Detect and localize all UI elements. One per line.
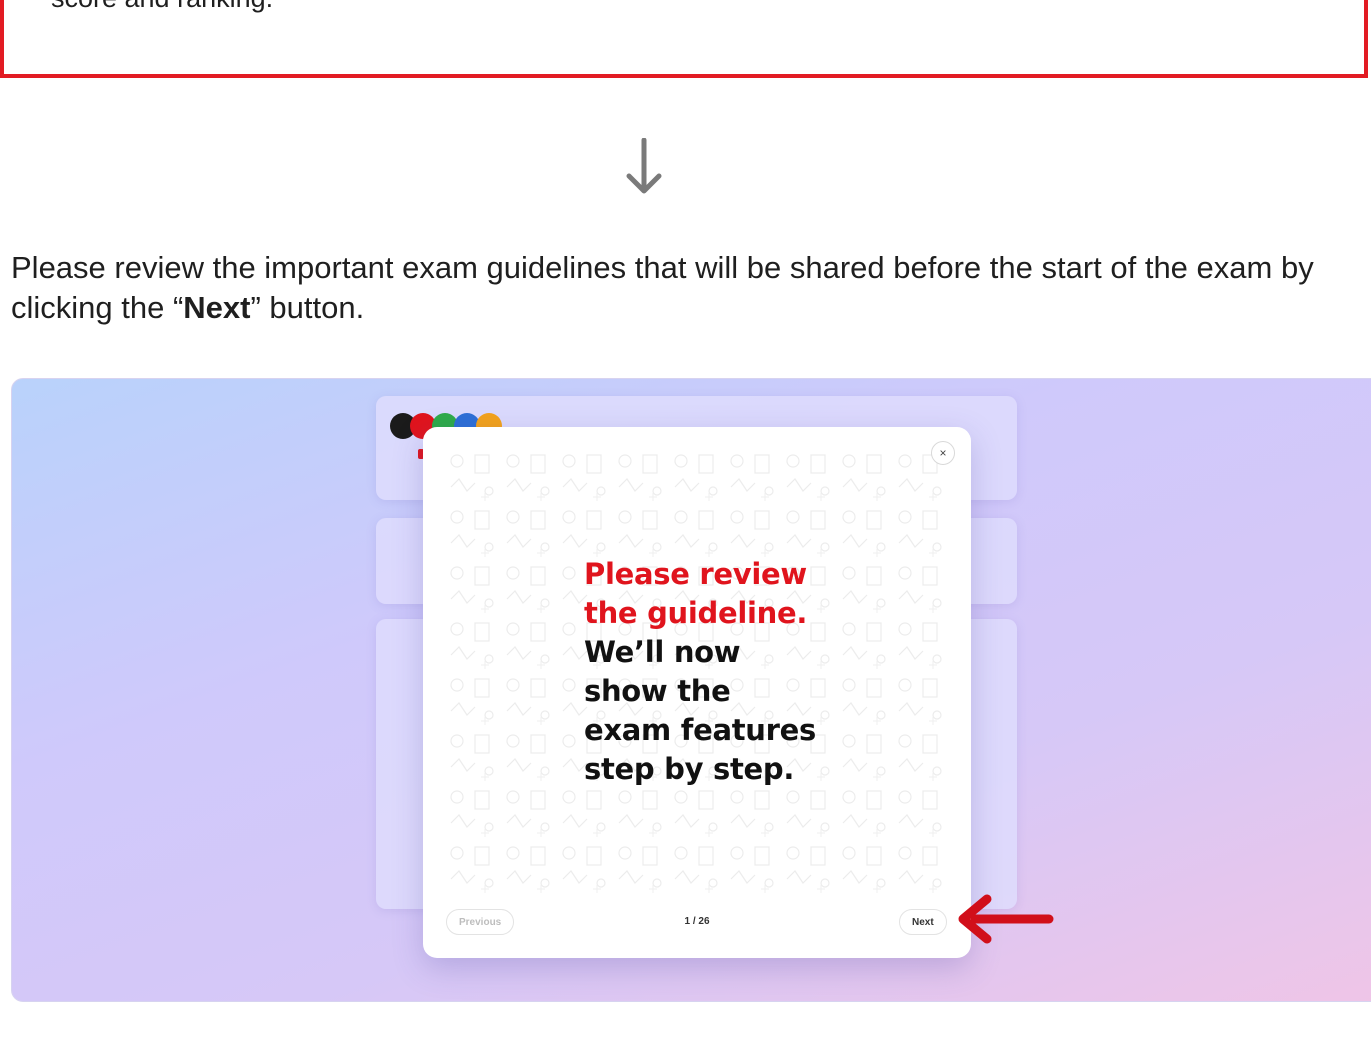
warning-text: recorded throughout. Continuing the exam… bbox=[51, 0, 1311, 18]
page-counter: 1 / 26 bbox=[684, 916, 710, 927]
warning-box: recorded throughout. Continuing the exam… bbox=[0, 0, 1368, 78]
modal-headline: Please review the guideline. We’ll now s… bbox=[584, 555, 884, 789]
headline-line: step by step. bbox=[584, 752, 795, 786]
exam-screenshot-panel: × Please review the guideline. We’ll now… bbox=[11, 378, 1371, 1002]
down-arrow-icon bbox=[626, 138, 662, 194]
instruction-next-bold: Next bbox=[183, 290, 251, 325]
headline-line: Please review bbox=[584, 557, 807, 591]
red-pointer-arrow-icon bbox=[958, 894, 1054, 944]
headline-line: the guideline. bbox=[584, 596, 808, 630]
instruction-suffix: ” button. bbox=[250, 290, 365, 325]
headline-line: We’ll now bbox=[584, 635, 741, 669]
headline-line: show the bbox=[584, 674, 731, 708]
headline-line: exam features bbox=[584, 713, 816, 747]
instruction-text: Please review the important exam guideli… bbox=[11, 248, 1361, 328]
previous-button[interactable]: Previous bbox=[446, 909, 515, 935]
guideline-modal: × Please review the guideline. We’ll now… bbox=[423, 427, 971, 958]
next-button[interactable]: Next bbox=[899, 909, 947, 935]
close-icon[interactable]: × bbox=[931, 441, 955, 465]
